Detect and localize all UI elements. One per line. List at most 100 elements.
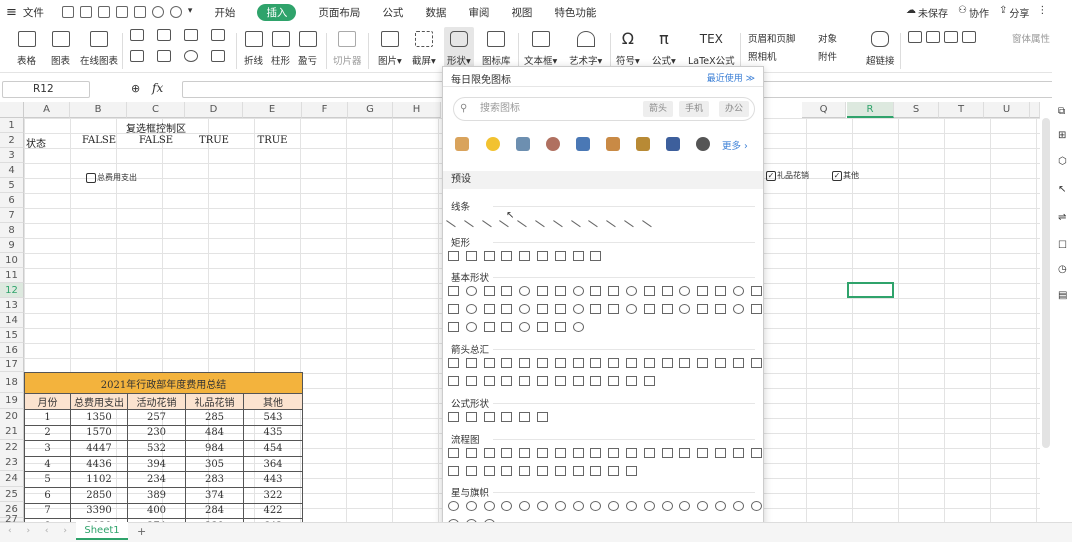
- shape-item[interactable]: [750, 286, 762, 296]
- head-icon[interactable]: [696, 137, 710, 151]
- shape-item[interactable]: [554, 376, 566, 386]
- bar-chart-button[interactable]: [130, 29, 144, 47]
- shape-item[interactable]: [590, 304, 602, 314]
- shape-item[interactable]: [661, 286, 673, 296]
- shape-item[interactable]: [643, 501, 655, 511]
- shape-item[interactable]: [750, 304, 762, 314]
- heart-icon[interactable]: [546, 137, 560, 151]
- shape-item[interactable]: [626, 286, 637, 296]
- shape-item[interactable]: [590, 358, 602, 368]
- column-header[interactable]: [1030, 102, 1040, 118]
- row-header-7[interactable]: 7: [0, 208, 24, 223]
- shape-item[interactable]: [501, 466, 513, 476]
- unsaved-status[interactable]: 未保存: [918, 5, 948, 20]
- add-sheet-button[interactable]: +: [137, 525, 146, 538]
- shape-item[interactable]: [519, 304, 531, 314]
- shape-item[interactable]: [608, 501, 620, 511]
- name-box[interactable]: R12: [2, 81, 90, 98]
- shape-item[interactable]: [732, 304, 744, 314]
- shape-item[interactable]: [537, 501, 548, 511]
- row-header-15[interactable]: 15: [0, 328, 24, 343]
- preview-icon[interactable]: [133, 6, 146, 18]
- camera-button[interactable]: 照相机: [748, 49, 777, 63]
- print-icon[interactable]: [115, 6, 128, 18]
- shape-item[interactable]: [483, 501, 495, 511]
- tab-data[interactable]: 数据: [425, 5, 446, 20]
- shape-item[interactable]: [661, 304, 673, 314]
- column-header-g[interactable]: G: [348, 102, 393, 118]
- shape-item[interactable]: [572, 466, 584, 476]
- attachment-button[interactable]: 附件: [818, 49, 837, 63]
- shape-item[interactable]: [501, 376, 513, 386]
- select-icon[interactable]: ↖: [1058, 184, 1066, 195]
- shape-item[interactable]: [554, 466, 566, 476]
- sheet-tab-sheet1[interactable]: Sheet1: [76, 522, 128, 540]
- chart-button[interactable]: 图表: [51, 31, 70, 67]
- column-header-d[interactable]: D: [185, 102, 243, 118]
- column-header-t[interactable]: T: [939, 102, 984, 118]
- zoom-icon[interactable]: ⊕: [131, 82, 140, 95]
- column-chart-button[interactable]: [157, 50, 171, 68]
- shape-item[interactable]: [552, 212, 568, 228]
- shape-item[interactable]: [448, 251, 459, 261]
- file-menu[interactable]: 文件: [23, 5, 44, 20]
- shape-item[interactable]: [448, 322, 459, 332]
- shape-item[interactable]: [697, 358, 709, 368]
- chevron-down-icon[interactable]: ▾: [188, 6, 193, 18]
- row-header-10[interactable]: 10: [0, 253, 24, 268]
- chip-office[interactable]: 办公: [719, 101, 750, 117]
- chip-phone[interactable]: 手机: [679, 101, 710, 117]
- shape-item[interactable]: [697, 501, 709, 511]
- shape-item[interactable]: [537, 358, 548, 368]
- shape-item[interactable]: [626, 376, 637, 386]
- form-controls[interactable]: [908, 31, 976, 49]
- shape-item[interactable]: [501, 358, 513, 368]
- column-header-b[interactable]: B: [70, 102, 127, 118]
- row-header-21[interactable]: 21: [0, 424, 24, 440]
- table-button[interactable]: 表格: [17, 31, 36, 67]
- shape-item[interactable]: [572, 286, 584, 296]
- undo-icon[interactable]: [151, 6, 164, 18]
- shapes-button[interactable]: 形状▾: [444, 27, 474, 71]
- row-header-9[interactable]: 9: [0, 238, 24, 253]
- shape-item[interactable]: [465, 286, 477, 296]
- selected-cell[interactable]: [847, 282, 894, 298]
- sidebar-icon-2[interactable]: ⊞: [1058, 130, 1066, 141]
- shape-item[interactable]: [590, 448, 602, 458]
- shape-item[interactable]: [519, 358, 531, 368]
- shape-item[interactable]: [501, 448, 513, 458]
- shape-item[interactable]: [501, 304, 513, 314]
- shape-item[interactable]: [554, 501, 566, 511]
- shape-item[interactable]: [572, 376, 584, 386]
- object-button[interactable]: 对象: [818, 31, 837, 45]
- checkbox-gift[interactable]: ✓ 礼品花销: [766, 170, 809, 181]
- shape-item[interactable]: [554, 448, 566, 458]
- shape-item[interactable]: [715, 304, 726, 314]
- shape-item[interactable]: [501, 322, 513, 332]
- shape-item[interactable]: [608, 448, 620, 458]
- shape-item[interactable]: [501, 501, 513, 511]
- more-link[interactable]: 更多 ›: [722, 138, 748, 152]
- sparkline-column-button[interactable]: 柱形: [271, 31, 290, 67]
- ruler-icon[interactable]: [455, 137, 469, 151]
- row-header-1[interactable]: 1: [0, 118, 24, 133]
- map-chart-button[interactable]: [130, 50, 144, 68]
- row-header-24[interactable]: 24: [0, 471, 24, 487]
- export-icon[interactable]: [97, 6, 110, 18]
- shape-item[interactable]: [572, 448, 584, 458]
- sidebar-icon-1[interactable]: ⧉: [1058, 106, 1065, 117]
- shape-item[interactable]: [697, 286, 709, 296]
- shape-item[interactable]: [643, 448, 655, 458]
- radar-chart-button[interactable]: [211, 29, 225, 47]
- shape-item[interactable]: [732, 448, 744, 458]
- shape-item[interactable]: [715, 358, 726, 368]
- shape-item[interactable]: [643, 304, 655, 314]
- shape-item[interactable]: [679, 286, 691, 296]
- open-icon[interactable]: [61, 6, 74, 18]
- shape-item[interactable]: [679, 304, 691, 314]
- shape-item[interactable]: [465, 376, 477, 386]
- laptop-icon[interactable]: [516, 137, 530, 151]
- shape-item[interactable]: [608, 286, 620, 296]
- row-header-2[interactable]: 2: [0, 133, 24, 148]
- wordart-button[interactable]: 艺术字▾: [569, 31, 602, 67]
